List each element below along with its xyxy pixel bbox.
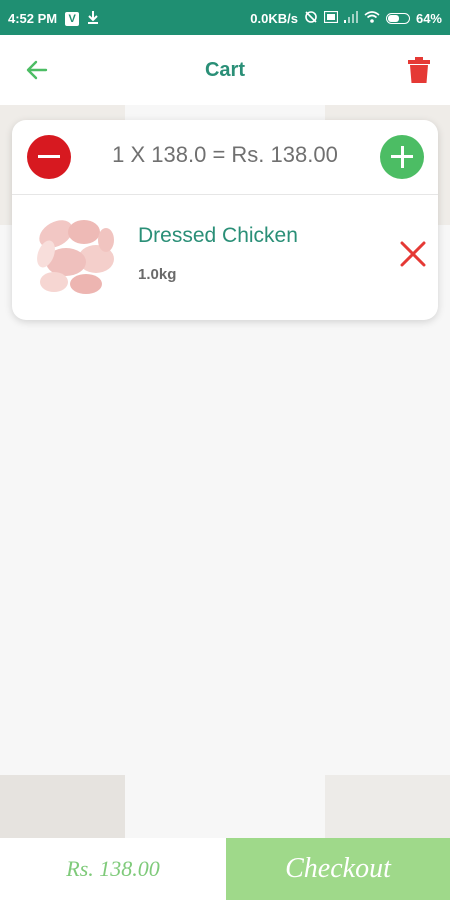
battery-icon xyxy=(385,13,410,24)
quantity-row: 1 X 138.0 = Rs. 138.00 xyxy=(12,120,438,195)
cart-total: Rs. 138.00 xyxy=(0,838,226,900)
battery-percent: 64% xyxy=(415,11,442,26)
checkout-button[interactable]: Checkout xyxy=(226,838,450,900)
download-icon xyxy=(87,10,99,27)
status-bar: 4:52 PM V 0.0KB/s 64% xyxy=(0,0,450,35)
product-weight: 1.0kg xyxy=(138,266,177,283)
trash-icon[interactable] xyxy=(408,57,430,83)
network-speed: 0.0KB/s xyxy=(250,11,298,26)
product-name: Dressed Chicken xyxy=(138,224,298,247)
status-time: 4:52 PM xyxy=(8,11,58,26)
list-item: Dressed Chicken 1.0kg xyxy=(12,196,438,320)
cart-item-card: 1 X 138.0 = Rs. 138.00 Dressed Chicken 1… xyxy=(12,120,438,320)
increase-quantity-button[interactable] xyxy=(380,135,424,179)
app-notification-icon: V xyxy=(65,11,80,26)
checkout-bar: Rs. 138.00 Checkout xyxy=(0,838,450,900)
sim-icon xyxy=(323,10,339,26)
alarm-off-icon xyxy=(304,10,318,27)
page-title: Cart xyxy=(204,59,245,81)
wifi-icon xyxy=(364,11,380,26)
quantity-summary: 1 X 138.0 = Rs. 138.00 xyxy=(112,142,338,167)
product-image xyxy=(26,204,122,300)
signal-icon xyxy=(343,11,358,26)
background-image xyxy=(0,775,125,838)
app-header: Cart xyxy=(0,35,450,105)
background-image xyxy=(325,775,450,838)
remove-item-icon[interactable] xyxy=(398,239,428,269)
